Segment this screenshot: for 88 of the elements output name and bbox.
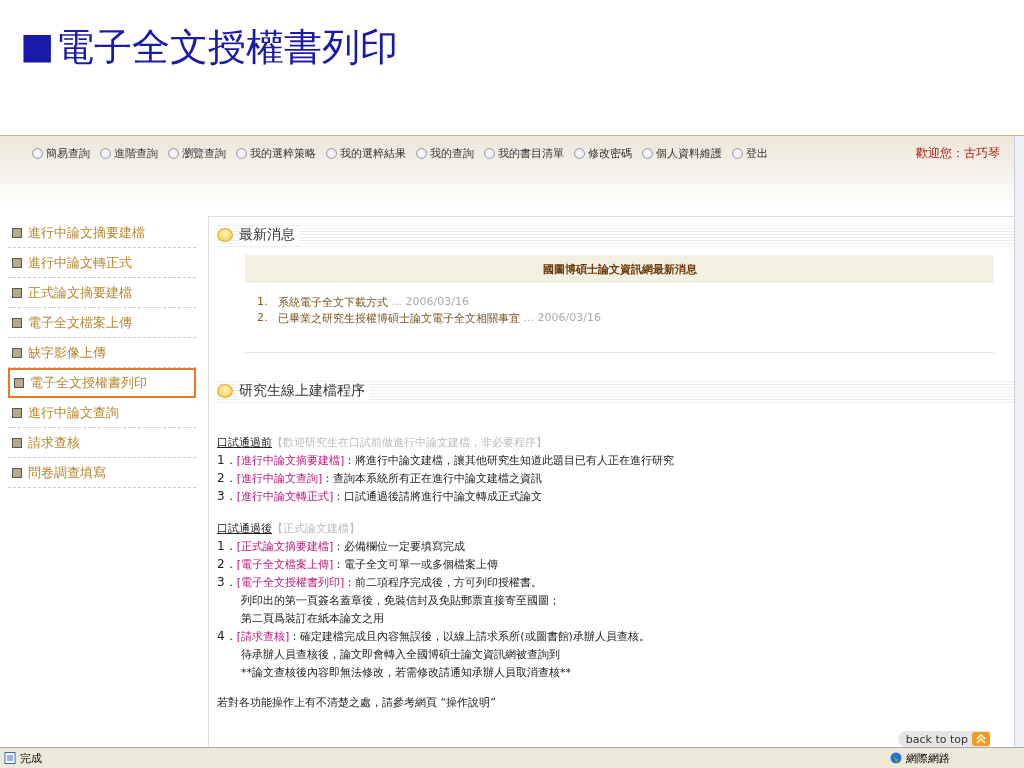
- step-text: ：電子全文可單一或多個檔案上傳: [333, 556, 499, 572]
- group-title: 口試通過前: [217, 434, 272, 450]
- radio-icon: [168, 148, 179, 159]
- list-number: 1.: [257, 295, 268, 310]
- news-date: ... 2006/03/16: [523, 311, 601, 326]
- step-link[interactable]: [進行中論文查詢]: [236, 470, 323, 486]
- radio-icon: [642, 148, 653, 159]
- sidebar-item[interactable]: 進行中論文轉正式: [8, 248, 196, 278]
- back-to-top-button[interactable]: back to top: [897, 731, 990, 747]
- news-link[interactable]: 已畢業之研究生授權博碩士論文電子全文相關事宜: [277, 311, 520, 326]
- title-bullet: ■: [20, 28, 54, 64]
- sidebar-item[interactable]: 進行中論文查詢: [8, 398, 196, 428]
- square-icon: [12, 227, 22, 238]
- radio-icon: [100, 148, 111, 159]
- step-text: ：必備欄位一定要填寫完成: [333, 538, 466, 554]
- sidebar-item[interactable]: 進行中論文摘要建檔: [8, 218, 196, 248]
- list-number: 2.: [257, 311, 268, 326]
- section-title: 最新消息: [239, 226, 299, 244]
- news-banner: 國圖博碩士論文資訊網最新消息: [245, 255, 994, 283]
- step-link[interactable]: [電子全文檔案上傳]: [236, 556, 334, 572]
- ball-icon: [217, 384, 233, 398]
- square-icon: [12, 347, 22, 358]
- step-number: 1．: [217, 451, 237, 469]
- group-title: 口試通過後: [217, 520, 272, 536]
- nav-link[interactable]: 登出: [732, 146, 768, 161]
- step-text: 第二頁爲裝訂在紙本論文之用: [240, 610, 385, 627]
- group-note: 【正式論文建檔】: [272, 520, 360, 536]
- nav-link[interactable]: 進階查詢: [100, 146, 158, 161]
- globe-icon: [890, 752, 902, 764]
- step-number: 1．: [217, 537, 237, 555]
- square-icon: [12, 407, 22, 418]
- square-icon: [14, 378, 24, 388]
- zone-text: 網際網路: [906, 750, 950, 766]
- step-text: ：查詢本系統所有正在進行中論文建檔之資訊: [322, 470, 543, 486]
- step-number: 4．: [217, 627, 237, 645]
- nav-link[interactable]: 瀏覽查詢: [168, 146, 226, 161]
- step-link[interactable]: [電子全文授權書列印]: [236, 574, 345, 590]
- sidebar-item[interactable]: 請求查核: [8, 428, 196, 458]
- step-text: ：前二項程序完成後，方可列印授權書。: [344, 574, 543, 590]
- step-link[interactable]: [正式論文摘要建檔]: [236, 538, 334, 554]
- square-icon: [12, 467, 22, 478]
- step-text: 待承辦人員查核後，論文即會轉入全國博碩士論文資訊網被查詢到: [240, 646, 561, 663]
- square-icon: [12, 317, 22, 328]
- sidebar-item[interactable]: 正式論文摘要建檔: [8, 278, 196, 308]
- news-link[interactable]: 系統電子全文下載方式: [277, 295, 388, 310]
- nav-link[interactable]: 個人資料維護: [642, 146, 722, 161]
- nav-link[interactable]: 我的查詢: [416, 146, 474, 161]
- sidebar-item[interactable]: 電子全文檔案上傳: [8, 308, 196, 338]
- step-text: ：將進行中論文建檔，讓其他研究生知道此題目已有人正在進行研究: [344, 452, 675, 468]
- help-text: 若對各功能操作上有不清楚之處，請參考網頁 “操作說明”: [217, 695, 497, 710]
- nav-link[interactable]: 修改密碼: [574, 146, 632, 161]
- square-icon: [12, 437, 22, 448]
- nav-link[interactable]: 簡易查詢: [32, 146, 90, 161]
- sidebar-item[interactable]: 缺字影像上傳: [8, 338, 196, 368]
- step-number: 3．: [217, 487, 237, 505]
- square-icon: [12, 287, 22, 298]
- section-title: 研究生線上建檔程序: [239, 382, 369, 400]
- news-date: ... 2006/03/16: [391, 295, 469, 310]
- step-text: ：確定建檔完成且內容無誤後，以線上請求系所(或圖書館)承辦人員查核。: [289, 628, 650, 644]
- scrollbar[interactable]: [1014, 136, 1024, 747]
- step-text: ：口試通過後請將進行中論文轉成正式論文: [333, 488, 543, 504]
- step-link[interactable]: [進行中論文摘要建檔]: [236, 452, 345, 468]
- page-icon: [4, 752, 16, 764]
- radio-icon: [236, 148, 247, 159]
- radio-icon: [574, 148, 585, 159]
- radio-icon: [484, 148, 495, 159]
- step-link[interactable]: [進行中論文轉正式]: [236, 488, 334, 504]
- sidebar-item[interactable]: 電子全文授權書列印: [8, 368, 196, 398]
- status-text: 完成: [20, 750, 42, 766]
- radio-icon: [416, 148, 427, 159]
- square-icon: [12, 257, 22, 268]
- step-link[interactable]: [請求查核]: [236, 628, 290, 644]
- radio-icon: [32, 148, 43, 159]
- group-note: 【歡迎研究生在口試前做進行中論文建檔，非必要程序】: [272, 434, 547, 450]
- slide-title: 電子全文授權書列印: [56, 28, 398, 66]
- nav-link[interactable]: 我的選粹結果: [326, 146, 406, 161]
- nav-link[interactable]: 我的書目清單: [484, 146, 564, 161]
- step-text: **論文查核後內容即無法修改，若需修改請通知承辦人員取消查核**: [240, 664, 572, 681]
- step-text: 列印出的第一頁簽名蓋章後，免裝信封及免貼郵票直接寄至國圖；: [240, 592, 561, 609]
- radio-icon: [326, 148, 337, 159]
- sidebar-item[interactable]: 問卷調查填寫: [8, 458, 196, 488]
- nav-link[interactable]: 我的選粹策略: [236, 146, 316, 161]
- welcome-text: 歡迎您：古巧琴: [916, 146, 1000, 161]
- step-number: 3．: [217, 573, 237, 591]
- radio-icon: [732, 148, 743, 159]
- step-number: 2．: [217, 555, 237, 573]
- step-number: 2．: [217, 469, 237, 487]
- ball-icon: [217, 228, 233, 242]
